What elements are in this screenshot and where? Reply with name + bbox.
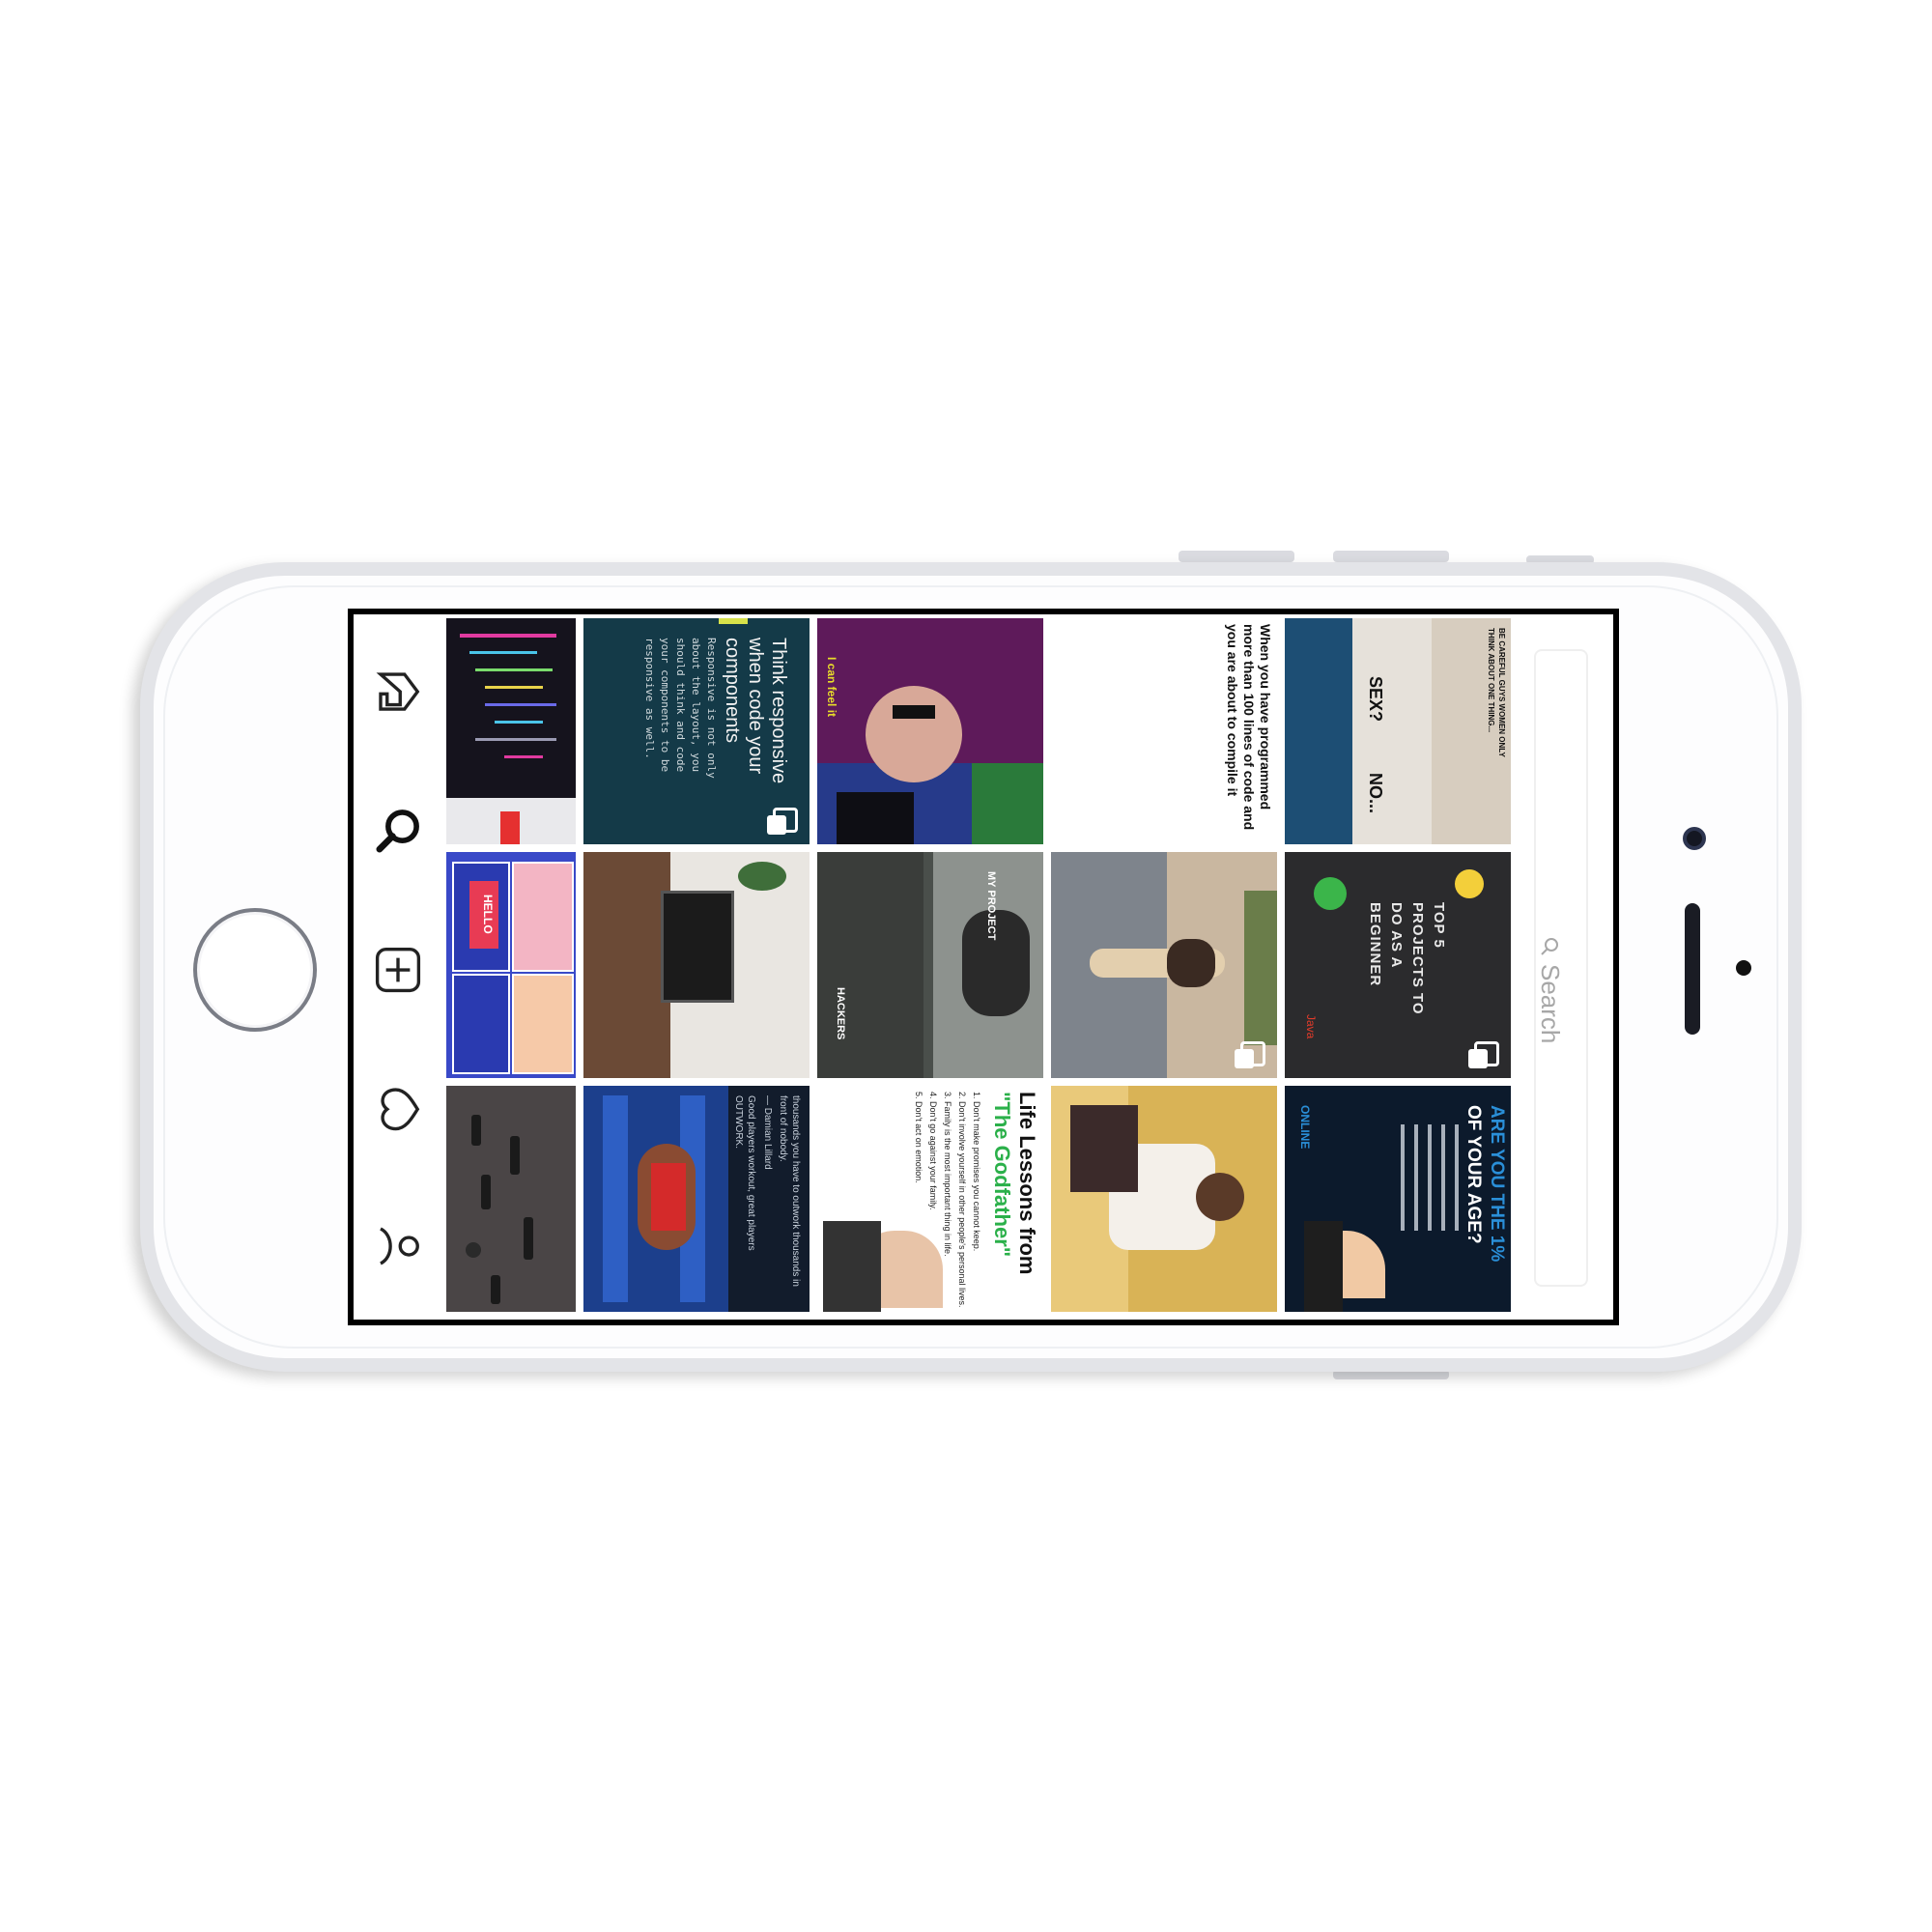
nav-activity[interactable] <box>367 1076 429 1138</box>
carousel-icon <box>767 808 798 835</box>
post-tile-dumbbell-athlete[interactable]: thousands you have to outwork thousands … <box>583 1086 810 1312</box>
lesson-1: 1. Don't make promises you cannot keep. <box>972 1092 981 1252</box>
earpiece-speaker <box>1685 903 1700 1035</box>
post-tile-godfather-lessons[interactable]: Life Lessons from "The Godfather" 1. Don… <box>817 1086 1043 1312</box>
post-tile-couple-photo[interactable] <box>1051 1086 1277 1312</box>
sex-caption: SEX? <box>1366 676 1385 723</box>
dame-quote: thousands you have to outwork thousands … <box>778 1095 801 1287</box>
nav-new-post[interactable] <box>367 939 429 1001</box>
search-field[interactable]: Search <box>1535 937 1565 1043</box>
be-careful-caption: BE CAREFUL GUYS WOMEN ONLY THINK ABOUT O… <box>1487 628 1506 757</box>
home-icon <box>376 672 420 711</box>
post-tile-terminal-code[interactable] <box>446 618 576 844</box>
volume-up-button <box>1179 551 1294 562</box>
hackers-caption: HACKERS <box>835 987 846 1040</box>
carousel-icon <box>1468 1041 1499 1068</box>
search-placeholder: Search <box>1536 964 1565 1044</box>
dame-line: Good players workout, great players OUTW… <box>733 1095 756 1251</box>
feel-it-caption: I can feel it <box>825 657 838 718</box>
my-project-caption: MY PROJECT <box>985 871 997 941</box>
java-caption: Java <box>1304 1014 1318 1039</box>
search-icon <box>1541 938 1559 955</box>
post-tile-top5-projects[interactable]: TOP 5 PROJECTS TO DO AS A BEGINNER Java <box>1285 852 1511 1078</box>
front-camera <box>1683 827 1706 850</box>
post-tile-hello-comic[interactable]: HELLO <box>446 852 576 1078</box>
profile-icon <box>380 1227 419 1265</box>
think-responsive-title: Think responsive when code your componen… <box>722 638 789 784</box>
nav-explore[interactable] <box>367 800 429 862</box>
programmed-caption: When you have programmed more than 100 l… <box>1225 624 1273 831</box>
volume-down-button <box>1333 551 1449 562</box>
bottom-nav <box>354 614 442 1320</box>
post-tile-my-project-hackers[interactable]: MY PROJECT HACKERS <box>817 852 1043 1078</box>
search-icon <box>376 810 419 853</box>
dame-author: — Damian Lillard <box>762 1095 773 1170</box>
no-caption: NO... <box>1366 773 1385 814</box>
post-tile-what-i-do-meme[interactable]: When you have programmed more than 100 l… <box>1051 618 1277 844</box>
online-caption: ONLINE <box>1298 1105 1312 1150</box>
post-tile-desk-monitor[interactable] <box>583 852 810 1078</box>
post-tile-think-responsive[interactable]: Think responsive when code your componen… <box>583 618 810 844</box>
lesson-2: 2. Don't involve yourself in other peopl… <box>957 1092 967 1308</box>
nav-profile[interactable] <box>367 1215 429 1277</box>
search-bar[interactable]: Search <box>1534 649 1588 1287</box>
lesson-4: 4. Don't go against your family. <box>928 1092 938 1210</box>
post-tile-women-thinking[interactable]: SEX? NO... BE CAREFUL GUYS WOMEN ONLY TH… <box>1285 618 1511 844</box>
post-tile-feel-it-meme[interactable]: I can feel it <box>817 618 1043 844</box>
nav-home[interactable] <box>367 661 429 723</box>
home-button[interactable] <box>193 908 317 1032</box>
explore-grid: HELLO Think responsive when code your co… <box>446 618 1528 1312</box>
lesson-5: 5. Don't act on emotion. <box>914 1092 923 1183</box>
hello-caption: HELLO <box>481 895 495 934</box>
proximity-sensor <box>1736 960 1751 976</box>
life-lessons-title: Life Lessons from <box>1015 1092 1039 1275</box>
carousel-icon <box>1235 1041 1265 1068</box>
post-tile-one-percent[interactable]: ARE YOU THE 1% OF YOUR AGE? ONLINE <box>1285 1086 1511 1312</box>
post-tile-woman-road[interactable] <box>1051 852 1277 1078</box>
think-responsive-body: Responsive is not only about the layout,… <box>643 638 718 779</box>
add-post-icon <box>375 947 421 993</box>
heart-icon <box>381 1088 420 1131</box>
top5-caption: TOP 5 PROJECTS TO DO AS A BEGINNER <box>1367 902 1447 1015</box>
phone-screen: HELLO Think responsive when code your co… <box>348 609 1619 1325</box>
are-you-caption: ARE YOU THE 1% <box>1487 1105 1507 1263</box>
godfather-title: "The Godfather" <box>990 1092 1014 1258</box>
app-screen: HELLO Think responsive when code your co… <box>354 614 1613 1320</box>
lesson-3: 3. Family is the most important thing in… <box>943 1092 952 1257</box>
of-your-age-caption: OF YOUR AGE? <box>1463 1105 1484 1244</box>
post-tile-wall-hooks[interactable] <box>446 1086 576 1312</box>
